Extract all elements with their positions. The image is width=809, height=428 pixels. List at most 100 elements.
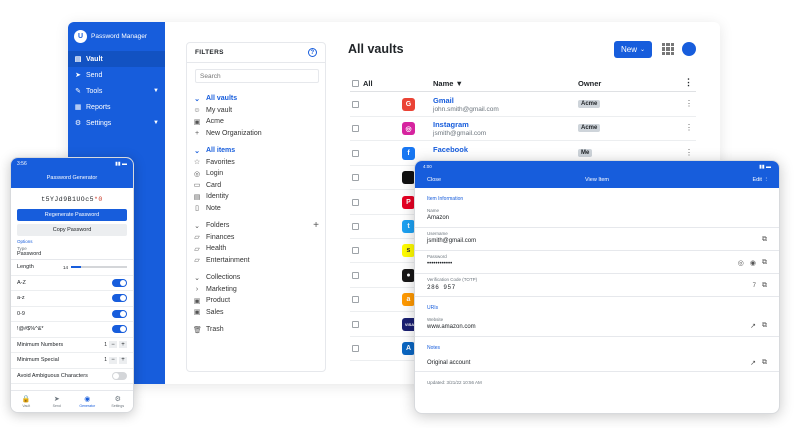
search-input[interactable] xyxy=(195,69,319,83)
row-checkbox[interactable] xyxy=(352,174,359,182)
collection-product[interactable]: ▣ Product xyxy=(187,295,325,307)
digits-label: 0-9 xyxy=(17,310,25,317)
minus-icon[interactable]: − xyxy=(109,341,117,349)
filter-folders[interactable]: ⌄ Folders + xyxy=(187,220,325,232)
item-name-link[interactable]: Facebook xyxy=(433,145,468,154)
help-icon[interactable]: ? xyxy=(308,48,317,57)
copy-icon[interactable]: ⧉ xyxy=(762,282,767,290)
check-password-icon[interactable]: ◎ xyxy=(738,259,744,267)
uppercase-toggle[interactable] xyxy=(112,278,127,287)
row-checkbox[interactable] xyxy=(352,271,359,279)
brand-name: Password Manager xyxy=(91,33,147,40)
send-icon: ➤ xyxy=(75,72,81,79)
nav-generator[interactable]: ◉ Generator xyxy=(72,391,103,412)
status-time: 4:00 xyxy=(423,164,432,169)
trash-icon: 🗑 xyxy=(193,326,202,334)
sidebar-item-settings[interactable]: ⚙ Settings ▼ xyxy=(68,115,165,131)
filter-login[interactable]: ◎ Login xyxy=(187,168,325,180)
filter-label: Sales xyxy=(206,308,224,316)
copy-icon[interactable]: ⧉ xyxy=(762,259,767,267)
sidebar-item-reports[interactable]: ▦ Reports xyxy=(68,99,165,115)
sidebar-item-vault[interactable]: ▤ Vault xyxy=(68,51,165,67)
copy-password-button[interactable]: Copy Password xyxy=(17,224,127,236)
row-checkbox[interactable] xyxy=(352,320,359,328)
username-value: jsmith@gmail.com xyxy=(427,238,477,244)
filter-identity[interactable]: ▤ Identity xyxy=(187,191,325,203)
filter-collections[interactable]: ⌄ Collections xyxy=(187,272,325,284)
plus-icon[interactable]: + xyxy=(119,341,127,349)
edit-button[interactable]: Edit ⋮ xyxy=(752,177,769,183)
filter-acme[interactable]: ▣ Acme xyxy=(187,116,325,128)
filter-all-vaults[interactable]: ⌄ All vaults xyxy=(187,93,325,105)
app-logo-icon: f xyxy=(402,146,415,160)
digits-toggle[interactable] xyxy=(112,309,127,318)
folder-health[interactable]: ▱ Health xyxy=(187,243,325,255)
regenerate-button[interactable]: Regenerate Password xyxy=(17,209,127,221)
filter-all-items[interactable]: ⌄ All items xyxy=(187,145,325,157)
filter-my-vault[interactable]: ☺ My vault xyxy=(187,105,325,117)
avoid-ambiguous-toggle[interactable] xyxy=(112,371,127,380)
table-row[interactable]: ◎ Instagram jsmith@gmail.com Acme ⋮ xyxy=(350,117,696,142)
folder-entertainment[interactable]: ▱ Entertainment xyxy=(187,255,325,267)
copy-icon[interactable]: ⧉ xyxy=(762,359,767,367)
filter-card[interactable]: ▭ Card xyxy=(187,180,325,192)
item-name-link[interactable]: Instagram xyxy=(433,120,469,129)
name-field: Name Amazon xyxy=(415,205,779,228)
more-options-icon[interactable]: ⋮ xyxy=(764,177,770,183)
row-options-icon[interactable]: ⋮ xyxy=(685,99,693,108)
launch-icon[interactable]: ↗ xyxy=(750,322,756,330)
filter-label: Collections xyxy=(206,274,241,282)
nav-settings[interactable]: ⚙ Settings xyxy=(103,391,134,412)
row-checkbox[interactable] xyxy=(352,223,359,230)
table-row[interactable]: G Gmail john.smith@gmail.com Acme ⋮ xyxy=(350,93,696,117)
avatar[interactable] xyxy=(682,42,696,56)
row-options-icon[interactable]: ⋮ xyxy=(685,123,693,132)
eye-icon[interactable]: ◉ xyxy=(750,259,756,267)
shield-logo-icon: U xyxy=(74,30,87,43)
vault-icon: ▤ xyxy=(74,56,82,63)
nav-send[interactable]: ➤ Send xyxy=(42,391,73,412)
website-field: Website www.amazon.com ↗ ⧉ xyxy=(415,314,779,337)
filter-favorites[interactable]: ☆ Favorites xyxy=(187,157,325,169)
chevron-down-icon: ▼ xyxy=(153,88,159,94)
length-slider[interactable]: 14 xyxy=(63,265,127,270)
collection-sales[interactable]: ▣ Sales xyxy=(187,307,325,319)
launch-icon[interactable]: ↗ xyxy=(750,359,756,367)
row-checkbox[interactable] xyxy=(352,198,359,206)
new-button[interactable]: New ⌄ xyxy=(614,41,653,58)
filters-panel: FILTERS ? ⌄ All vaults ☺ My vault ▣ Acme + N… xyxy=(186,42,326,372)
copy-icon[interactable]: ⧉ xyxy=(762,236,767,244)
row-checkbox[interactable] xyxy=(352,247,359,255)
sidebar-item-send[interactable]: ➤ Send xyxy=(68,67,165,83)
row-checkbox[interactable] xyxy=(352,345,359,352)
row-options-icon[interactable]: ⋮ xyxy=(685,148,693,157)
password-text: t5YJd9B1UOc5 xyxy=(41,196,94,203)
filter-new-organization[interactable]: + New Organization xyxy=(187,128,325,140)
row-checkbox[interactable] xyxy=(352,296,359,304)
row-checkbox[interactable] xyxy=(352,125,359,133)
folder-finances[interactable]: ▱ Finances xyxy=(187,232,325,244)
minus-icon[interactable]: − xyxy=(109,356,117,364)
copy-icon[interactable]: ⧉ xyxy=(762,322,767,330)
special-toggle[interactable] xyxy=(112,325,127,334)
sidebar-item-label: Reports xyxy=(86,103,111,111)
row-checkbox[interactable] xyxy=(352,149,359,157)
filter-trash[interactable]: 🗑 Trash xyxy=(187,324,325,336)
min-special-stepper[interactable]: 1− + xyxy=(104,356,127,364)
nav-vault[interactable]: 🔒 Vault xyxy=(11,391,42,412)
select-all-checkbox[interactable] xyxy=(352,80,359,87)
collection-marketing[interactable]: › Marketing xyxy=(187,284,325,296)
folder-icon: ▱ xyxy=(194,257,200,265)
more-options-icon[interactable]: ⋮ xyxy=(684,77,693,88)
lowercase-toggle[interactable] xyxy=(112,294,127,303)
item-name-link[interactable]: Gmail xyxy=(433,96,454,105)
filter-note[interactable]: ▯ Note xyxy=(187,203,325,215)
min-numbers-stepper[interactable]: 1− + xyxy=(104,341,127,349)
grid-view-icon[interactable] xyxy=(662,43,674,55)
row-checkbox[interactable] xyxy=(352,101,359,108)
type-field[interactable]: Type Password xyxy=(11,244,133,260)
plus-icon[interactable]: + xyxy=(119,356,127,364)
sidebar-item-tools[interactable]: ✎ Tools ▼ xyxy=(68,83,165,99)
add-folder-icon[interactable]: + xyxy=(313,220,319,231)
column-name[interactable]: Name ▼ xyxy=(433,79,463,88)
